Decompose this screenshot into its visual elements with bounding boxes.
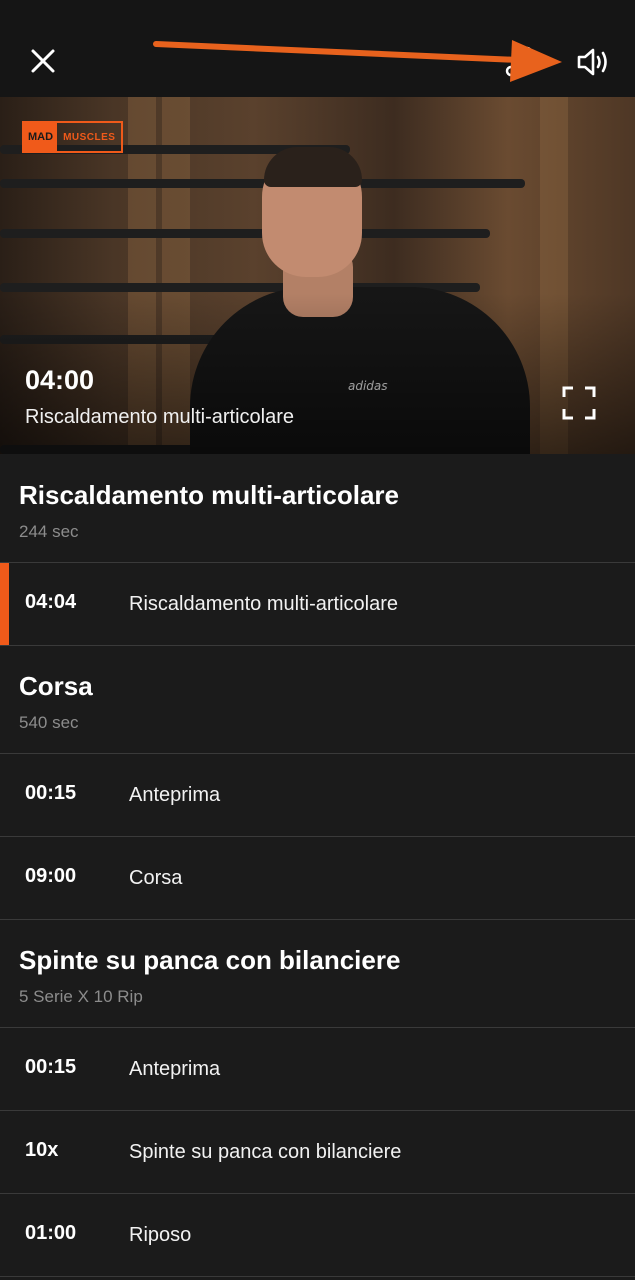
exercise-name: Riscaldamento multi-articolare (129, 593, 398, 615)
exercise-row[interactable]: 10x Spinte su panca con bilanciere (0, 1111, 635, 1193)
video-player[interactable]: adidas MAD MUSCLES 04:00 Riscaldamento m… (0, 97, 635, 454)
exercise-name: Anteprima (129, 1058, 221, 1080)
exercise-name: Spinte su panca con bilanciere (129, 1141, 402, 1163)
share-button[interactable] (500, 42, 536, 80)
exercise-time: 09:00 (25, 865, 77, 887)
workout-player-screen: adidas MAD MUSCLES 04:00 Riscaldamento m… (0, 0, 635, 1280)
exercise-time: 01:00 (25, 1222, 77, 1244)
section-duration: 244 sec (19, 522, 79, 541)
exercise-row[interactable]: 00:15 Anteprima (0, 1028, 635, 1110)
section-title: Corsa (19, 671, 93, 701)
exercise-row[interactable]: 09:00 Corsa (0, 837, 635, 919)
section-title: Riscaldamento multi-articolare (19, 480, 399, 510)
sound-button[interactable] (570, 38, 618, 86)
close-icon (31, 49, 55, 73)
top-bar (0, 0, 635, 97)
exercise-name: Corsa (129, 867, 183, 889)
active-indicator (0, 563, 9, 645)
exercise-time: 00:15 (25, 1056, 77, 1078)
video-exercise-title: Riscaldamento multi-articolare (25, 406, 294, 428)
share-icon (505, 46, 533, 77)
exercise-row[interactable]: 00:15 Anteprima (0, 754, 635, 836)
brand-logo: MAD MUSCLES (22, 121, 124, 153)
exercise-name: Riposo (129, 1224, 192, 1246)
fullscreen-button[interactable] (560, 384, 598, 422)
exercise-row-active[interactable]: 04:04 Riscaldamento multi-articolare (0, 563, 635, 645)
exercise-name: Anteprima (129, 784, 221, 806)
divider (0, 1276, 635, 1277)
exercise-time: 04:04 (25, 591, 77, 613)
section-sets: 5 Serie X 10 Rip (19, 987, 143, 1006)
fullscreen-icon (562, 386, 596, 420)
divider (0, 919, 635, 920)
exercise-reps: 10x (25, 1139, 59, 1161)
exercise-row[interactable]: 01:00 Riposo (0, 1194, 635, 1276)
section-duration: 540 sec (19, 713, 79, 732)
exercise-time: 00:15 (25, 782, 77, 804)
divider (0, 645, 635, 646)
speaker-icon (577, 48, 607, 76)
brand-logo-left: MAD (24, 123, 58, 151)
brand-logo-right: MUSCLES (63, 131, 116, 143)
close-button[interactable] (22, 40, 64, 82)
video-countdown: 04:00 (25, 365, 95, 395)
section-title: Spinte su panca con bilanciere (19, 945, 401, 975)
